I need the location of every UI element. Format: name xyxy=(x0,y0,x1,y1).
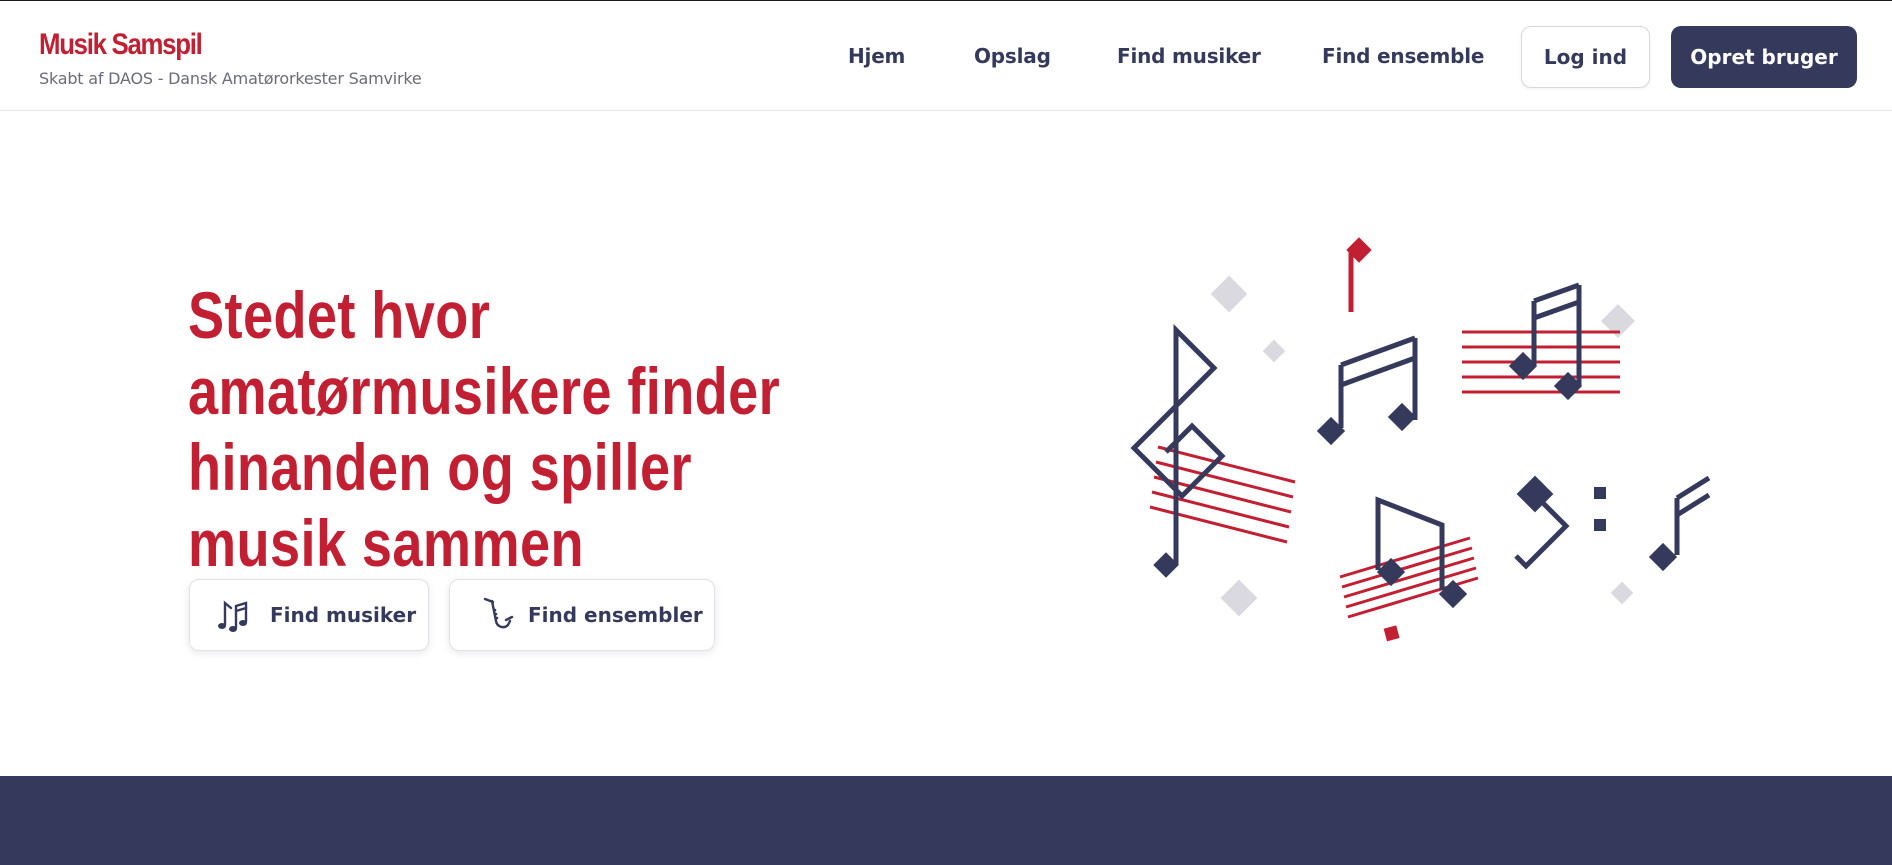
music-notes-icon xyxy=(216,595,256,635)
signup-button[interactable]: Opret bruger xyxy=(1671,26,1857,88)
footer-band xyxy=(0,776,1892,865)
brand-subtitle: Skabt af DAOS - Dansk Amatørorkester Sam… xyxy=(39,69,422,88)
nav-item-hjem[interactable]: Hjem xyxy=(848,44,905,68)
brand-title[interactable]: Musik Samspil xyxy=(39,27,368,63)
music-notes-illustration xyxy=(1100,225,1720,655)
nav-item-find-musiker[interactable]: Find musiker xyxy=(1117,44,1261,68)
find-ensemble-label: Find ensembler xyxy=(528,603,703,627)
hero-title: Stedet hvor amatørmusikere finder hinand… xyxy=(188,278,781,580)
nav-item-find-ensemble[interactable]: Find ensemble xyxy=(1322,44,1484,68)
find-ensemble-button[interactable]: Find ensembler xyxy=(449,579,715,651)
login-button[interactable]: Log ind xyxy=(1521,26,1650,88)
music-notes-art xyxy=(1130,237,1711,642)
brand[interactable]: Musik Samspil Skabt af DAOS - Dansk Amat… xyxy=(39,27,422,88)
site-header: Musik Samspil Skabt af DAOS - Dansk Amat… xyxy=(0,0,1892,111)
find-musician-button[interactable]: Find musiker xyxy=(189,579,429,651)
find-musician-label: Find musiker xyxy=(270,603,417,627)
saxophone-icon xyxy=(480,595,514,635)
nav-item-opslag[interactable]: Opslag xyxy=(974,44,1051,68)
